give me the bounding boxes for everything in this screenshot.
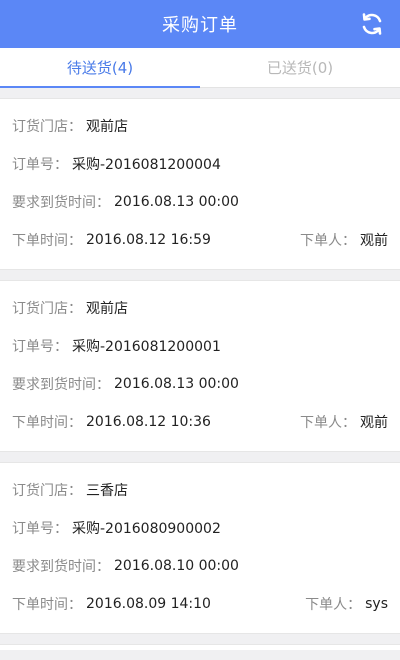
delivery-time-label: 要求到货时间： bbox=[12, 195, 110, 211]
order-time-row: 下单时间： 2016.08.12 16:59 下单人： 观前 bbox=[12, 221, 388, 259]
store-label: 订货门店： bbox=[12, 483, 82, 499]
order-card[interactable]: 订货门店： 三香店 订单号： 采购-2016080900002 要求到货时间： … bbox=[0, 462, 400, 634]
order-list: 订货门店： 观前店 订单号： 采购-2016081200004 要求到货时间： … bbox=[0, 88, 400, 650]
orderer-label: 下单人： bbox=[300, 415, 356, 431]
delivery-time-value: 2016.08.13 00:00 bbox=[114, 376, 239, 392]
order-time-row: 下单时间： 2016.08.12 10:36 下单人： 观前 bbox=[12, 403, 388, 441]
app-header: 采购订单 bbox=[0, 0, 400, 48]
order-time-label: 下单时间： bbox=[12, 597, 82, 613]
order-time-value: 2016.08.12 16:59 bbox=[86, 232, 211, 248]
refresh-icon[interactable] bbox=[360, 12, 384, 36]
store-row: 订货门店： 观前店 bbox=[12, 107, 388, 145]
order-time-value: 2016.08.12 10:36 bbox=[86, 414, 211, 430]
order-no-value: 采购-2016081200001 bbox=[72, 339, 221, 355]
orderer-label: 下单人： bbox=[305, 597, 362, 613]
delivery-time-row: 要求到货时间： 2016.08.10 00:00 bbox=[12, 547, 388, 585]
order-time-label: 下单时间： bbox=[12, 233, 82, 249]
order-no-label: 订单号： bbox=[12, 339, 68, 355]
order-no-label: 订单号： bbox=[12, 521, 68, 537]
delivery-time-value: 2016.08.10 00:00 bbox=[114, 558, 239, 574]
order-no-row: 订单号： 采购-2016080900002 bbox=[12, 509, 388, 547]
delivery-time-label: 要求到货时间： bbox=[12, 377, 110, 393]
delivery-time-row: 要求到货时间： 2016.08.13 00:00 bbox=[12, 365, 388, 403]
order-time-group: 下单时间： 2016.08.12 10:36 bbox=[12, 412, 211, 432]
order-card[interactable]: 订货门店： 观前店 订单号： 采购-2016081200004 要求到货时间： … bbox=[0, 98, 400, 270]
store-row: 订货门店： 三香店 bbox=[12, 471, 388, 509]
order-time-group: 下单时间： 2016.08.09 14:10 bbox=[12, 594, 211, 614]
delivery-time-value: 2016.08.13 00:00 bbox=[114, 194, 239, 210]
store-row: 订货门店： 观前店 bbox=[12, 289, 388, 327]
orderer-group: 下单人： sys bbox=[305, 594, 388, 614]
store-value: 观前店 bbox=[86, 301, 128, 317]
tab-bar: 待送货(4) 已送货(0) bbox=[0, 48, 400, 88]
tab-pending-delivery[interactable]: 待送货(4) bbox=[0, 48, 200, 88]
order-no-row: 订单号： 采购-2016081200004 bbox=[12, 145, 388, 183]
order-card[interactable]: 订货门店： 观前店 订单号： 采购-2016081200001 要求到货时间： … bbox=[0, 280, 400, 452]
orderer-label: 下单人： bbox=[300, 233, 356, 249]
order-card-partial bbox=[0, 644, 400, 650]
store-value: 观前店 bbox=[86, 119, 128, 135]
store-value: 三香店 bbox=[86, 483, 128, 499]
store-label: 订货门店： bbox=[12, 119, 82, 135]
order-no-row: 订单号： 采购-2016081200001 bbox=[12, 327, 388, 365]
delivery-time-label: 要求到货时间： bbox=[12, 559, 110, 575]
orderer-group: 下单人： 观前 bbox=[300, 412, 388, 432]
order-time-label: 下单时间： bbox=[12, 415, 82, 431]
order-no-value: 采购-2016081200004 bbox=[72, 157, 221, 173]
tab-delivered[interactable]: 已送货(0) bbox=[200, 48, 400, 87]
order-time-value: 2016.08.09 14:10 bbox=[86, 596, 211, 612]
orderer-group: 下单人： 观前 bbox=[300, 230, 388, 250]
orderer-value: 观前 bbox=[360, 415, 388, 431]
order-no-value: 采购-2016080900002 bbox=[72, 521, 221, 537]
delivery-time-row: 要求到货时间： 2016.08.13 00:00 bbox=[12, 183, 388, 221]
orderer-value: sys bbox=[365, 596, 388, 612]
orderer-value: 观前 bbox=[360, 233, 388, 249]
store-label: 订货门店： bbox=[12, 301, 82, 317]
order-time-group: 下单时间： 2016.08.12 16:59 bbox=[12, 230, 211, 250]
order-time-row: 下单时间： 2016.08.09 14:10 下单人： sys bbox=[12, 585, 388, 623]
page-title: 采购订单 bbox=[162, 15, 238, 36]
order-no-label: 订单号： bbox=[12, 157, 68, 173]
